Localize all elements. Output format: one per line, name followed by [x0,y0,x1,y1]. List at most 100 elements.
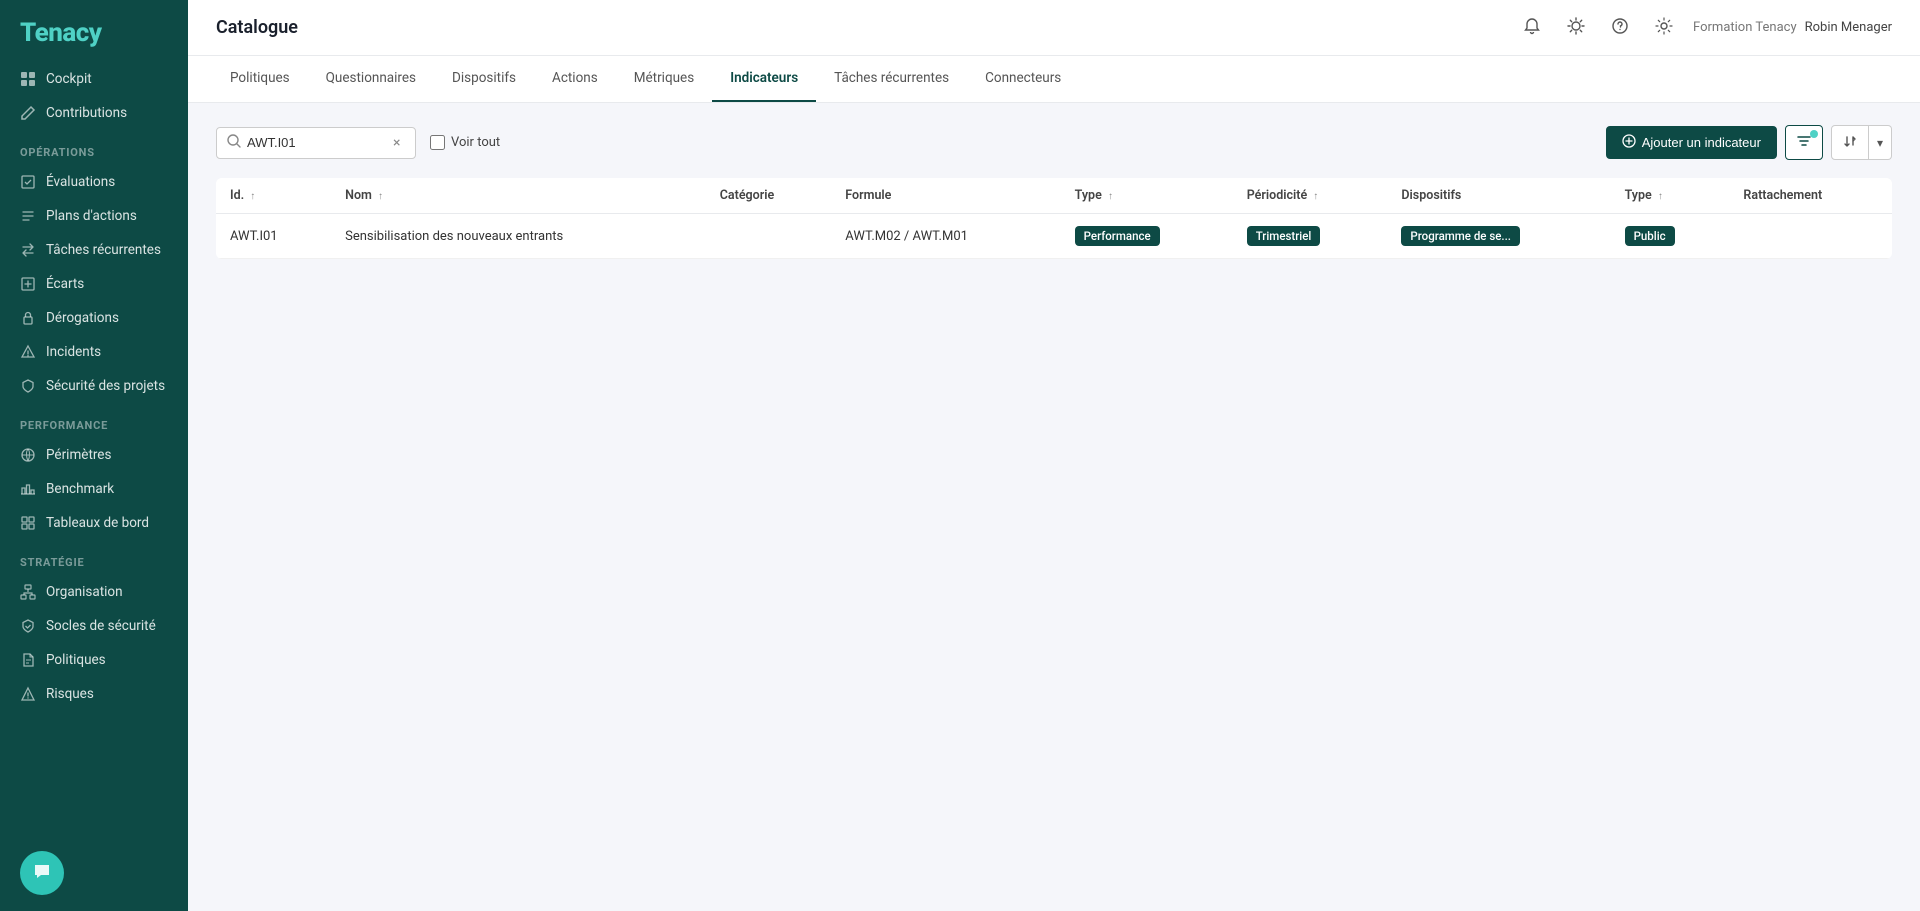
sidebar-item-contributions[interactable]: Contributions [0,96,188,130]
table-row[interactable]: AWT.I01 Sensibilisation des nouveaux ent… [216,214,1892,259]
notifications-button[interactable] [1517,13,1547,43]
col-dispositifs-label: Dispositifs [1401,188,1461,203]
cell-formule: AWT.M02 / AWT.M01 [831,214,1060,259]
sidebar-item-taches-label: Tâches récurrentes [46,242,161,258]
filter-button[interactable] [1785,125,1823,160]
content-area: × Voir tout Ajouter un indicateur [188,103,1920,911]
col-categorie-label: Catégorie [720,188,774,203]
main-area: Catalogue [188,0,1920,911]
badge-type2: Public [1625,226,1675,246]
sidebar-item-incidents-label: Incidents [46,344,101,360]
tab-metriques[interactable]: Métriques [616,56,712,102]
tab-actions[interactable]: Actions [534,56,616,102]
col-type-sort-icon: ↑ [1108,191,1113,202]
sidebar-item-perimetres-label: Périmètres [46,447,111,463]
dashboard-icon [20,515,36,531]
col-formule-label: Formule [845,188,891,203]
search-icon [227,134,241,152]
sidebar-item-politiques-label: Politiques [46,652,106,668]
sidebar-item-taches-recurrentes[interactable]: Tâches récurrentes [0,233,188,267]
bar-chart-icon [20,481,36,497]
tab-questionnaires[interactable]: Questionnaires [308,56,434,102]
sidebar-item-risques-label: Risques [46,686,94,702]
sidebar-item-ecarts[interactable]: Écarts [0,267,188,301]
badge-type: Performance [1075,226,1160,246]
col-header-type[interactable]: Type ↑ [1061,178,1233,214]
page-title: Catalogue [216,17,298,38]
sidebar-item-organisation-label: Organisation [46,584,123,600]
sidebar-item-derogations[interactable]: Dérogations [0,301,188,335]
col-header-periodicite[interactable]: Périodicité ↑ [1233,178,1388,214]
sidebar-item-cockpit[interactable]: Cockpit [0,62,188,96]
sort-dropdown-button[interactable]: ▾ [1869,125,1892,160]
cell-periodicite: Trimestriel [1233,214,1388,259]
theme-button[interactable] [1561,13,1591,43]
badge-periodicite: Trimestriel [1247,226,1321,246]
list-check-icon [20,208,36,224]
help-button[interactable] [1605,13,1635,43]
col-rattachement-label: Rattachement [1743,188,1822,203]
user-label: Robin Menager [1805,20,1892,35]
sidebar-item-politiques[interactable]: Politiques [0,643,188,677]
gear-icon [1655,17,1673,39]
tab-taches-recurrentes[interactable]: Tâches récurrentes [816,56,967,102]
sidebar-item-cockpit-label: Cockpit [46,71,92,87]
tab-indicateurs[interactable]: Indicateurs [712,56,816,102]
sidebar-item-risques[interactable]: Risques [0,677,188,711]
cell-rattachement [1729,214,1892,259]
search-clear-button[interactable]: × [393,136,400,150]
sun-icon [1567,17,1585,39]
search-input[interactable] [247,135,387,150]
toolbar-left: × Voir tout [216,127,500,159]
sidebar-item-incidents[interactable]: Incidents [0,335,188,369]
toolbar-right: Ajouter un indicateur [1606,125,1892,160]
col-header-type2[interactable]: Type ↑ [1611,178,1730,214]
sidebar-item-organisation[interactable]: Organisation [0,575,188,609]
sidebar-item-securite-projets[interactable]: Sécurité des projets [0,369,188,403]
tab-politiques[interactable]: Politiques [212,56,308,102]
shield-check-icon [20,618,36,634]
lock-icon [20,310,36,326]
checklist-icon [20,174,36,190]
tab-dispositifs[interactable]: Dispositifs [434,56,534,102]
sidebar-item-tableaux-bord[interactable]: Tableaux de bord [0,506,188,540]
edit-icon [20,105,36,121]
settings-button[interactable] [1649,13,1679,43]
sidebar-item-derogations-label: Dérogations [46,310,119,326]
col-header-id[interactable]: Id. ↑ [216,178,331,214]
org-label: Formation Tenacy [1693,20,1797,35]
topbar-right: Formation Tenacy Robin Menager [1517,13,1892,43]
data-table: Id. ↑ Nom ↑ Catégorie Formule Type [216,178,1892,259]
sidebar-item-evaluations[interactable]: Évaluations [0,165,188,199]
cell-id: AWT.I01 [216,214,331,259]
topbar: Catalogue [188,0,1920,56]
sidebar-item-perimetres[interactable]: Périmètres [0,438,188,472]
sort-icon [1842,133,1858,152]
col-type2-sort-icon: ↑ [1658,191,1663,202]
add-indicator-button[interactable]: Ajouter un indicateur [1606,126,1777,159]
chevron-down-icon: ▾ [1877,136,1883,150]
sidebar-top-nav: Cockpit Contributions [0,62,188,130]
sort-button[interactable] [1831,125,1869,160]
col-type-label: Type [1075,188,1102,203]
section-label-operations: OPÉRATIONS [0,130,188,165]
chat-icon [32,861,52,886]
col-id-label: Id. [230,188,244,203]
tabs-bar: Politiques Questionnaires Dispositifs Ac… [188,56,1920,103]
sidebar-item-plans-actions[interactable]: Plans d'actions [0,199,188,233]
col-header-formule: Formule [831,178,1060,214]
bell-icon [1523,17,1541,39]
sidebar-item-benchmark[interactable]: Benchmark [0,472,188,506]
tab-connecteurs[interactable]: Connecteurs [967,56,1079,102]
user-info: Formation Tenacy Robin Menager [1693,20,1892,35]
chat-button[interactable] [20,851,64,895]
table-header-row: Id. ↑ Nom ↑ Catégorie Formule Type [216,178,1892,214]
voir-tout-checkbox[interactable] [430,135,445,150]
sidebar-item-socles-securite-label: Socles de sécurité [46,618,156,634]
search-box: × [216,127,416,159]
col-nom-sort-icon: ↑ [378,191,383,202]
sidebar-item-socles-securite[interactable]: Socles de sécurité [0,609,188,643]
col-id-sort-icon: ↑ [250,191,255,202]
col-header-nom[interactable]: Nom ↑ [331,178,706,214]
voir-tout-label: Voir tout [430,135,500,150]
